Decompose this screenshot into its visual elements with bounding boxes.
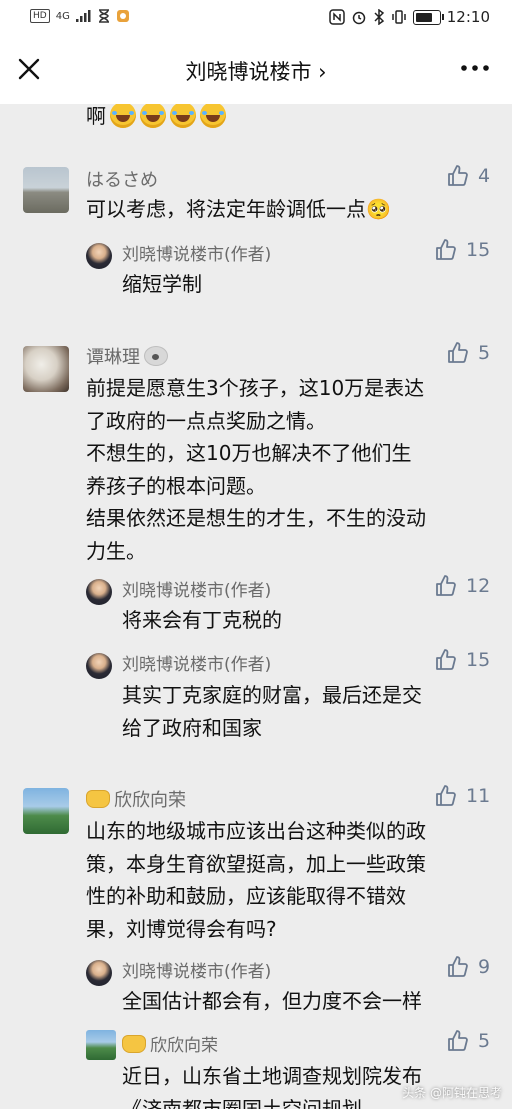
avatar[interactable] (86, 1030, 116, 1060)
reply-author[interactable]: 刘晓博说楼市(作者) (122, 957, 271, 982)
comment-author[interactable]: 欣欣向荣 (86, 786, 186, 812)
vibrate-icon (392, 10, 406, 24)
text-line: 其实丁克家庭的财富，最后还是交 (122, 683, 422, 707)
page-title[interactable]: 刘晓博说楼市 › (0, 56, 512, 86)
nav-bar: 刘晓博说楼市 › (0, 36, 512, 104)
reply-author-name: 欣欣向荣 (150, 1036, 218, 1056)
fist-emoji-icon (122, 1034, 146, 1053)
author-avatar[interactable] (86, 960, 112, 986)
reply-text: 缩短学制 (122, 272, 202, 296)
like-count: 15 (466, 649, 491, 671)
app-notification-icon (116, 10, 129, 22)
laughing-emoji-icon (170, 104, 196, 128)
text-line: 力生。 (86, 538, 146, 563)
thumbs-up-icon (448, 165, 468, 186)
like-button[interactable]: 15 (434, 648, 490, 672)
avatar[interactable] (23, 167, 69, 213)
reply-text: 其实丁克家庭的财富，最后还是交 给了政府和国家 (122, 679, 422, 744)
like-button[interactable]: 5 (446, 1029, 490, 1053)
like-count: 4 (478, 165, 491, 187)
reply-author[interactable]: 欣欣向荣 (122, 1031, 218, 1056)
nfc-icon (329, 9, 345, 25)
like-button[interactable]: 12 (434, 574, 490, 598)
koala-emoji-icon (144, 346, 168, 366)
reply-author[interactable]: 刘晓博说楼市(作者) (122, 650, 271, 675)
status-left: HD 4G (30, 9, 130, 23)
thumbs-up-icon (436, 649, 456, 670)
author-avatar[interactable] (86, 579, 112, 605)
reply-text: 近日，山东省土地调查规划院发布 《济南都市圈国土空间规划 (122, 1060, 422, 1109)
comment-list: 啊 はるさめ 4 可以考虑，将法定年龄调低一点🥺 刘晓博说楼市(作者) 15 缩… (0, 104, 512, 1109)
like-count: 5 (478, 342, 491, 364)
thumbs-up-icon (436, 575, 456, 596)
text-line: 给了政府和国家 (122, 715, 262, 740)
author-avatar[interactable] (86, 243, 112, 269)
status-right: 12:10 (329, 8, 490, 26)
text-line: 近日，山东省土地调查规划院发布 (122, 1064, 422, 1088)
comment-text: 前提是愿意生3个孩子，这10万是表达 了政府的一点点奖励之情。 不想生的，这10… (86, 372, 426, 567)
avatar[interactable] (23, 788, 69, 834)
thumbs-up-icon (448, 342, 468, 363)
thumbs-up-icon (436, 785, 456, 806)
fist-emoji-icon (86, 790, 110, 808)
battery-icon (412, 9, 444, 25)
like-button[interactable]: 4 (446, 164, 490, 188)
like-button[interactable]: 15 (434, 238, 490, 262)
laughing-emoji-icon (140, 104, 166, 128)
watermark: 头条 @阿钝在思考 (402, 1086, 502, 1100)
signal-icon (75, 10, 91, 22)
text-line: 果，刘博觉得会有吗? (86, 916, 277, 941)
status-bar: HD 4G 12:10 (0, 0, 512, 36)
reply-text: 将来会有丁克税的 (122, 608, 282, 632)
like-count: 9 (478, 956, 491, 978)
reply-text: 全国估计都会有，但力度不会一样 (122, 989, 422, 1013)
like-button[interactable]: 11 (434, 784, 490, 808)
like-count: 5 (478, 1030, 491, 1052)
like-button[interactable]: 5 (446, 341, 490, 365)
comment-author-name: 谭琳理 (86, 347, 140, 368)
more-icon[interactable] (460, 61, 490, 75)
hd-badge: HD (30, 9, 50, 23)
comment-author[interactable]: はるさめ (86, 166, 158, 192)
reply-author[interactable]: 刘晓博说楼市(作者) (122, 240, 271, 265)
text-line: 了政府的一点点奖励之情。 (86, 408, 326, 433)
like-count: 11 (466, 785, 491, 807)
text-line: 结果依然还是想生的才生，不生的没动 (86, 506, 426, 530)
network-label: 4G (55, 10, 70, 22)
alarm-icon (352, 11, 366, 25)
fragment-text: 啊 (86, 104, 106, 128)
thumbs-up-icon (436, 239, 456, 260)
hourglass-icon (98, 9, 109, 23)
text-line: 养孩子的根本问题。 (86, 473, 266, 498)
laughing-emoji-icon (200, 104, 226, 128)
comment-text: 可以考虑，将法定年龄调低一点🥺 (86, 197, 391, 221)
comment-author-name: 欣欣向荣 (114, 790, 186, 811)
bluetooth-icon (374, 9, 384, 25)
text-line: 不想生的，这10万也解决不了他们生 (86, 441, 412, 465)
text-line: 性的补助和鼓励，应该能取得不错效 (86, 884, 406, 908)
like-count: 12 (466, 575, 491, 597)
author-avatar[interactable] (86, 653, 112, 679)
like-button[interactable]: 9 (446, 955, 490, 979)
text-line: 《济南都市圈国土空间规划 (122, 1096, 362, 1109)
comment-author[interactable]: 谭琳理 (86, 343, 168, 369)
text-line: 前提是愿意生3个孩子，这10万是表达 (86, 376, 425, 400)
thumbs-up-icon (448, 956, 468, 977)
laughing-emoji-icon (110, 104, 136, 128)
text-line: 山东的地级城市应该出台这种类似的政 (86, 819, 426, 843)
status-time: 12:10 (446, 8, 490, 26)
thumbs-up-icon (448, 1030, 468, 1051)
previous-comment-fragment: 啊 (86, 104, 226, 129)
like-count: 15 (466, 239, 491, 261)
text-line: 策，本身生育欲望挺高，加上一些政策 (86, 851, 426, 876)
avatar[interactable] (23, 346, 69, 392)
reply-author[interactable]: 刘晓博说楼市(作者) (122, 576, 271, 601)
comment-text: 山东的地级城市应该出台这种类似的政 策，本身生育欲望挺高，加上一些政策 性的补助… (86, 815, 426, 945)
